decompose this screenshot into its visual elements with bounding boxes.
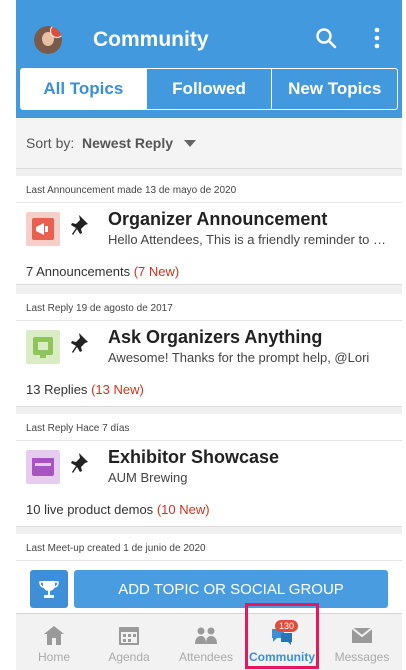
topic-title: Ask Organizers Anything bbox=[108, 327, 323, 347]
topic-footer: 7 Announcements (7 New) bbox=[26, 264, 179, 279]
topic-title: Organizer Announcement bbox=[108, 209, 328, 229]
bottom-navigation: Home Agenda Attendees 130 Community Mess… bbox=[16, 613, 402, 670]
topic-new-count: (7 New) bbox=[133, 264, 180, 279]
nav-label: Home bbox=[37, 650, 70, 664]
nav-agenda[interactable]: Agenda bbox=[94, 614, 164, 670]
sort-dropdown[interactable]: Newest Reply bbox=[82, 135, 173, 151]
topic-meta: Last Reply 19 de agosto de 2017 bbox=[26, 303, 173, 314]
sort-bar: Sort by: Newest Reply bbox=[16, 118, 402, 169]
topic-card[interactable]: Last Announcement made 13 de mayo de 202… bbox=[16, 176, 402, 285]
pin-icon bbox=[71, 333, 88, 353]
qa-board-icon bbox=[26, 330, 60, 364]
pin-icon bbox=[71, 215, 88, 235]
envelope-icon bbox=[351, 627, 373, 643]
nav-label: Messages bbox=[334, 650, 390, 664]
topic-card[interactable]: Last Reply Hace 7 días Exhibitor Showcas… bbox=[16, 414, 402, 527]
home-icon bbox=[44, 626, 64, 645]
calendar-icon bbox=[119, 627, 139, 645]
topic-meta: Last Announcement made 13 de mayo de 202… bbox=[26, 185, 237, 196]
storefront-icon bbox=[26, 450, 60, 484]
add-topic-button[interactable]: ADD TOPIC OR SOCIAL GROUP bbox=[74, 570, 388, 608]
divider bbox=[16, 440, 402, 441]
topic-count: 13 Replies bbox=[26, 382, 88, 397]
topic-count: 10 live product demos bbox=[26, 502, 154, 517]
top-app-bar: Community All Topics Followed New Topics bbox=[16, 0, 402, 118]
topic-preview: AUM Brewing bbox=[108, 470, 188, 485]
topic-new-count: (10 New) bbox=[156, 502, 210, 517]
nav-community[interactable]: 130 Community bbox=[247, 614, 317, 670]
topic-preview: Awesome! Thanks for the prompt help, @Lo… bbox=[108, 350, 370, 365]
pin-icon bbox=[71, 453, 88, 473]
avatar[interactable] bbox=[34, 26, 62, 54]
topic-count: 7 Announcements bbox=[26, 264, 131, 279]
tab-followed[interactable]: Followed bbox=[145, 69, 272, 109]
topic-footer: 10 live product demos (10 New) bbox=[26, 502, 210, 517]
tab-all-topics[interactable]: All Topics bbox=[21, 69, 146, 109]
page-title: Community bbox=[93, 28, 209, 51]
people-icon bbox=[195, 627, 217, 644]
topic-new-count: (13 New) bbox=[91, 382, 144, 397]
tab-new-topics[interactable]: New Topics bbox=[271, 69, 397, 109]
topic-meta: Last Reply Hace 7 días bbox=[26, 423, 130, 434]
notification-dot bbox=[50, 26, 62, 38]
trophy-button[interactable] bbox=[30, 570, 68, 608]
topic-filter-tabs: All Topics Followed New Topics bbox=[20, 68, 398, 110]
nav-label: Agenda bbox=[108, 650, 150, 664]
search-icon[interactable] bbox=[314, 26, 338, 50]
megaphone-icon bbox=[26, 212, 60, 246]
nav-attendees[interactable]: Attendees bbox=[171, 614, 241, 670]
topic-title: Exhibitor Showcase bbox=[108, 447, 280, 467]
topic-card[interactable]: Last Reply 19 de agosto de 2017 Ask Orga… bbox=[16, 294, 402, 407]
topic-preview: Hello Attendees, This is a friendly remi… bbox=[108, 232, 390, 247]
topic-footer: 13 Replies (13 New) bbox=[26, 382, 144, 397]
sort-label: Sort by: bbox=[26, 135, 75, 151]
divider bbox=[16, 202, 402, 203]
community-badge: 130 bbox=[275, 620, 299, 632]
overflow-menu-icon[interactable] bbox=[365, 26, 389, 50]
nav-home[interactable]: Home bbox=[19, 614, 89, 670]
topic-meta: Last Meet-up created 1 de junio de 2020 bbox=[26, 543, 206, 554]
divider bbox=[16, 320, 402, 321]
app-screen: Community All Topics Followed New Topics… bbox=[16, 0, 402, 670]
chevron-down-icon[interactable] bbox=[184, 140, 196, 147]
nav-messages[interactable]: Messages bbox=[327, 614, 397, 670]
nav-label: Attendees bbox=[178, 650, 234, 664]
trophy-icon bbox=[39, 581, 59, 598]
divider bbox=[16, 560, 402, 561]
nav-label: Community bbox=[249, 650, 315, 664]
